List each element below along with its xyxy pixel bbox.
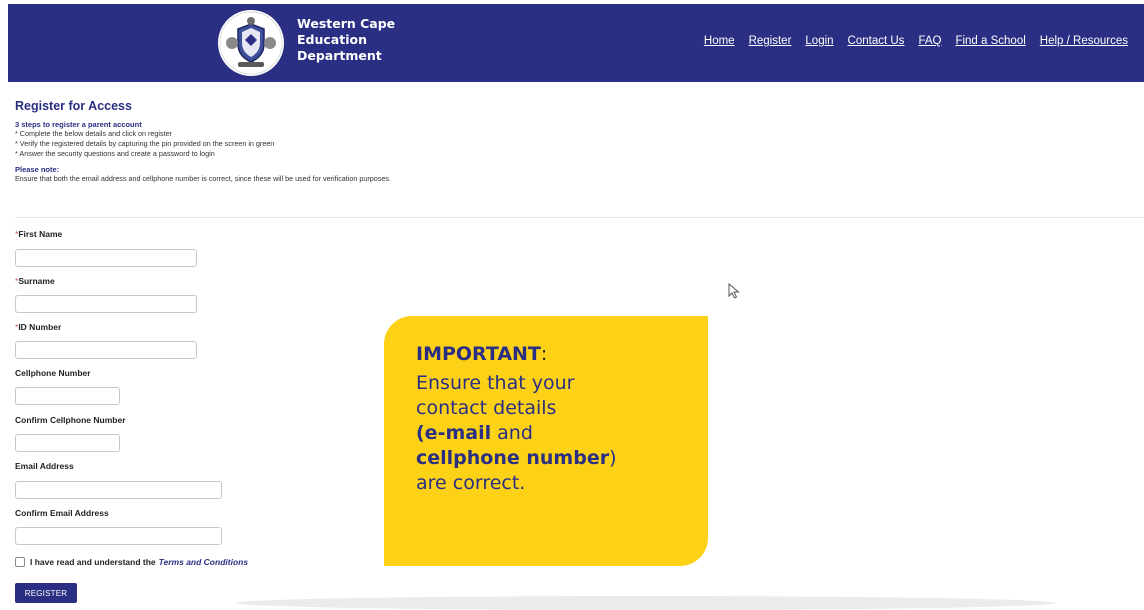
nav-home[interactable]: Home (704, 35, 735, 47)
brand-line: Department (297, 48, 382, 63)
mouse-cursor-icon (728, 283, 740, 299)
terms-row: I have read and understand the Terms and… (15, 557, 248, 567)
callout-line: are correct. (416, 472, 526, 494)
callout-cellphone-emphasis: cellphone number (416, 447, 610, 469)
email-input[interactable] (15, 481, 222, 499)
nav-find-a-school[interactable]: Find a School (955, 35, 1025, 47)
callout-heading: IMPORTANT (416, 343, 541, 365)
brand-line: Western Cape (297, 16, 396, 31)
confirm-email-input[interactable] (15, 527, 222, 545)
page-title: Register for Access (15, 99, 132, 113)
first-name-label: *First Name (15, 229, 62, 239)
first-name-label-text: First Name (18, 229, 63, 239)
callout-line-rest: and (491, 422, 533, 444)
terms-link[interactable]: Terms and Conditions (159, 557, 248, 567)
callout-body: Ensure that your contact details (e-mail… (416, 371, 701, 496)
coat-of-arms-icon[interactable] (218, 10, 284, 76)
id-number-input[interactable] (15, 341, 197, 359)
note-text: Ensure that both the email address and c… (15, 174, 391, 183)
callout-colon: : (540, 343, 548, 365)
surname-label: *Surname (15, 276, 55, 286)
header-bar: Western Cape Education Department Home R… (8, 4, 1144, 82)
callout-line-rest: ) (609, 447, 617, 469)
intro-section: Register for Access 3 steps to register … (15, 99, 391, 183)
nav-contact-us[interactable]: Contact Us (848, 35, 905, 47)
confirm-email-label: Confirm Email Address (15, 508, 109, 518)
bottom-shadow (236, 596, 1056, 610)
nav-register[interactable]: Register (749, 35, 792, 47)
main-nav: Home Register Login Contact Us FAQ Find … (704, 35, 1128, 47)
terms-text: I have read and understand the (30, 557, 156, 567)
surname-input[interactable] (15, 295, 197, 313)
cellphone-label: Cellphone Number (15, 368, 91, 378)
callout-line: Ensure that your (416, 372, 575, 394)
terms-checkbox[interactable] (15, 557, 25, 567)
callout-line: contact details (416, 397, 557, 419)
email-label: Email Address (15, 461, 74, 471)
step-item: * Complete the below details and click o… (15, 129, 173, 138)
callout-content: IMPORTANT: Ensure that your contact deta… (416, 343, 701, 496)
step-item: * Verify the registered details by captu… (15, 139, 275, 148)
brand-name: Western Cape Education Department (297, 16, 395, 64)
surname-label-text: Surname (18, 276, 55, 286)
callout-line: (e-mail and (416, 421, 701, 446)
register-button[interactable]: REGISTER (15, 583, 77, 603)
note-title: Please note: (15, 165, 60, 174)
nav-login[interactable]: Login (805, 35, 833, 47)
step-item: * Answer the security questions and crea… (15, 149, 215, 158)
nav-faq[interactable]: FAQ (918, 35, 941, 47)
id-number-label: *ID Number (15, 322, 61, 332)
confirm-cellphone-label: Confirm Cellphone Number (15, 415, 126, 425)
first-name-input[interactable] (15, 249, 197, 267)
important-callout: IMPORTANT: Ensure that your contact deta… (384, 316, 708, 566)
divider (15, 217, 1144, 218)
nav-help-resources[interactable]: Help / Resources (1040, 35, 1128, 47)
cellphone-input[interactable] (15, 387, 120, 405)
confirm-cellphone-input[interactable] (15, 434, 120, 452)
steps-title: 3 steps to register a parent account (15, 120, 142, 129)
brand-line: Education (297, 32, 367, 47)
callout-line: cellphone number) (416, 446, 701, 471)
id-number-label-text: ID Number (18, 322, 62, 332)
callout-email-emphasis: (e-mail (416, 422, 492, 444)
